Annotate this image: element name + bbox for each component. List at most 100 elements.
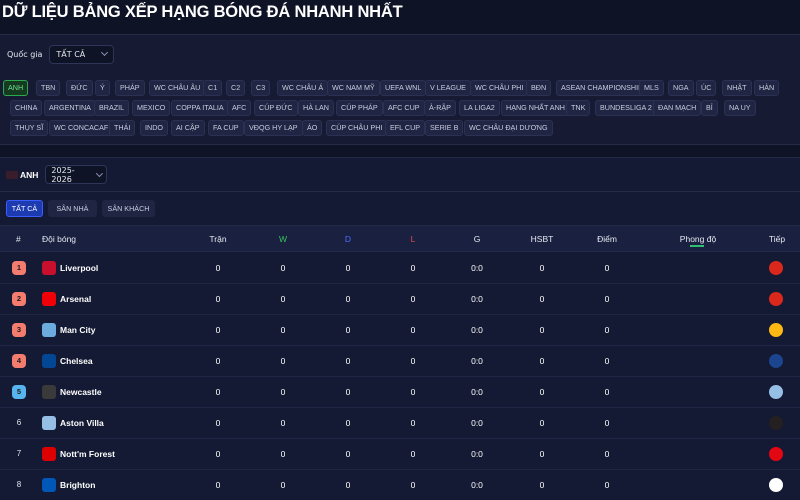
next-opponent-crest-icon[interactable] bbox=[769, 447, 783, 461]
league-chip[interactable]: WC CONCACAF bbox=[49, 120, 114, 136]
stat-gd: 0 bbox=[539, 480, 545, 490]
league-chip[interactable]: V LEAGUE bbox=[425, 80, 471, 96]
league-chip[interactable]: AI CẬP bbox=[171, 120, 205, 136]
league-chip[interactable]: MEXICO bbox=[132, 100, 171, 116]
league-chip[interactable]: WC CHÂU ÂU bbox=[149, 80, 206, 96]
league-chip[interactable]: WC CHÂU ĐẠI DƯƠNG bbox=[464, 120, 553, 136]
league-chip[interactable]: TNK bbox=[566, 100, 591, 116]
league-chip[interactable]: HẠNG NHẤT ANH bbox=[501, 100, 570, 116]
league-chip[interactable]: Ý bbox=[95, 80, 110, 96]
stat-goals: 0:0 bbox=[471, 480, 483, 490]
league-chip[interactable]: PHÁP bbox=[115, 80, 145, 96]
league-chip[interactable]: ĐỨC bbox=[66, 80, 93, 96]
stat-loss: 0 bbox=[410, 387, 416, 397]
league-chip[interactable]: INDO bbox=[140, 120, 168, 136]
stat-goals: 0:0 bbox=[471, 449, 483, 459]
table-row[interactable]: 8 Brighton 0 0 0 0 0:0 0 0 bbox=[0, 470, 800, 500]
stat-goals: 0:0 bbox=[471, 387, 483, 397]
team-name[interactable]: Nott'm Forest bbox=[60, 449, 115, 459]
league-chip[interactable]: C2 bbox=[226, 80, 246, 96]
league-chip[interactable]: ÁO bbox=[302, 120, 323, 136]
league-chip[interactable]: EFL CUP bbox=[385, 120, 426, 136]
league-chip[interactable]: VĐQG HY LẠP bbox=[244, 120, 303, 136]
league-chip[interactable]: CÚP ĐỨC bbox=[254, 100, 298, 116]
tab-away[interactable]: SÂN KHÁCH bbox=[102, 200, 155, 217]
tab-home[interactable]: SÂN NHÀ bbox=[48, 200, 97, 217]
league-chip[interactable]: SERIE B bbox=[425, 120, 464, 136]
team-name[interactable]: Aston Villa bbox=[60, 418, 104, 428]
league-chip[interactable]: LA LIGA2 bbox=[459, 100, 500, 116]
stat-played: 0 bbox=[215, 263, 221, 273]
league-chip[interactable]: WC NAM MỸ bbox=[327, 80, 380, 96]
league-chip[interactable]: WC CHÂU PHI bbox=[470, 80, 529, 96]
next-opponent-crest-icon[interactable] bbox=[769, 323, 783, 337]
table-header: # Đội bóng Trận W D L G HSBT Điểm Phong … bbox=[0, 225, 800, 252]
table-row[interactable]: 6 Aston Villa 0 0 0 0 0:0 0 0 bbox=[0, 408, 800, 439]
table-row[interactable]: 4 Chelsea 0 0 0 0 0:0 0 0 bbox=[0, 346, 800, 377]
stat-win: 0 bbox=[280, 325, 286, 335]
team-name[interactable]: Newcastle bbox=[60, 387, 102, 397]
col-points: Điểm bbox=[597, 234, 617, 244]
league-chip[interactable]: AFC bbox=[227, 100, 252, 116]
team-name[interactable]: Arsenal bbox=[60, 294, 91, 304]
league-chip[interactable]: NGA bbox=[668, 80, 694, 96]
stat-goals: 0:0 bbox=[471, 418, 483, 428]
league-chip[interactable]: UEFA WNL bbox=[380, 80, 427, 96]
league-chip[interactable]: BRAZIL bbox=[94, 100, 130, 116]
table-row[interactable]: 2 Arsenal 0 0 0 0 0:0 0 0 bbox=[0, 284, 800, 315]
league-chip[interactable]: C3 bbox=[251, 80, 271, 96]
season-select[interactable]: 2025-2026 bbox=[45, 165, 108, 184]
team-name[interactable]: Brighton bbox=[60, 480, 95, 490]
league-chip[interactable]: NA UY bbox=[724, 100, 756, 116]
league-chip[interactable]: FA CUP bbox=[208, 120, 244, 136]
team-name[interactable]: Chelsea bbox=[60, 356, 93, 366]
next-opponent-crest-icon[interactable] bbox=[769, 261, 783, 275]
league-chip[interactable]: ANH bbox=[3, 80, 29, 96]
table-row[interactable]: 7 Nott'm Forest 0 0 0 0 0:0 0 0 bbox=[0, 439, 800, 470]
league-chip[interactable]: ARGENTINA bbox=[44, 100, 96, 116]
league-chip[interactable]: MLS bbox=[639, 80, 664, 96]
team-crest-icon bbox=[42, 292, 56, 306]
league-chip[interactable]: THÁI bbox=[109, 120, 136, 136]
league-chip[interactable]: CHINA bbox=[10, 100, 43, 116]
league-chip[interactable]: HÀN bbox=[754, 80, 780, 96]
league-chip[interactable]: ÚC bbox=[696, 80, 717, 96]
rank-badge: 2 bbox=[12, 292, 26, 306]
team-crest-icon bbox=[42, 478, 56, 492]
stat-draw: 0 bbox=[345, 294, 351, 304]
league-chip[interactable]: WC CHÂU Á bbox=[277, 80, 329, 96]
stat-gd: 0 bbox=[539, 387, 545, 397]
form-underline bbox=[690, 245, 704, 247]
next-opponent-crest-icon[interactable] bbox=[769, 385, 783, 399]
league-chip[interactable]: Ả-RẬP bbox=[424, 100, 456, 116]
league-chip[interactable]: TBN bbox=[36, 80, 61, 96]
table-row[interactable]: 1 Liverpool 0 0 0 0 0:0 0 0 bbox=[0, 253, 800, 284]
league-chip[interactable]: CÚP CHÂU PHI bbox=[326, 120, 388, 136]
rank-badge: 3 bbox=[12, 323, 26, 337]
next-opponent-crest-icon[interactable] bbox=[769, 354, 783, 368]
team-name[interactable]: Liverpool bbox=[60, 263, 98, 273]
table-row[interactable]: 3 Man City 0 0 0 0 0:0 0 0 bbox=[0, 315, 800, 346]
next-opponent-crest-icon[interactable] bbox=[769, 292, 783, 306]
table-row[interactable]: 5 Newcastle 0 0 0 0 0:0 0 0 bbox=[0, 377, 800, 408]
col-loss: L bbox=[410, 234, 416, 244]
tab-all[interactable]: TẤT CẢ bbox=[6, 200, 43, 217]
team-name[interactable]: Man City bbox=[60, 325, 95, 335]
league-chip[interactable]: C1 bbox=[203, 80, 223, 96]
league-chip[interactable]: AFC CUP bbox=[383, 100, 425, 116]
league-chip[interactable]: BUNDESLIGA 2 bbox=[595, 100, 657, 116]
league-chip[interactable]: ĐAN MẠCH bbox=[653, 100, 702, 116]
league-chip[interactable]: BĐN bbox=[526, 80, 552, 96]
stat-points: 0 bbox=[604, 418, 610, 428]
league-chip[interactable]: BỈ bbox=[701, 100, 718, 116]
league-chip[interactable]: COPPA ITALIA bbox=[171, 100, 229, 116]
country-select[interactable]: TẤT CẢ bbox=[49, 44, 115, 64]
league-chip[interactable]: CÚP PHÁP bbox=[336, 100, 383, 116]
league-chip[interactable]: HÀ LAN bbox=[298, 100, 334, 116]
next-opponent-crest-icon[interactable] bbox=[769, 416, 783, 430]
standings-header: ANH 2025-2026 bbox=[0, 158, 800, 192]
next-opponent-crest-icon[interactable] bbox=[769, 478, 783, 492]
league-chip[interactable]: ASEAN CHAMPIONSHIP bbox=[556, 80, 648, 96]
league-chip[interactable]: NHẬT bbox=[722, 80, 752, 96]
league-chip[interactable]: THỤY SĨ bbox=[10, 120, 49, 136]
